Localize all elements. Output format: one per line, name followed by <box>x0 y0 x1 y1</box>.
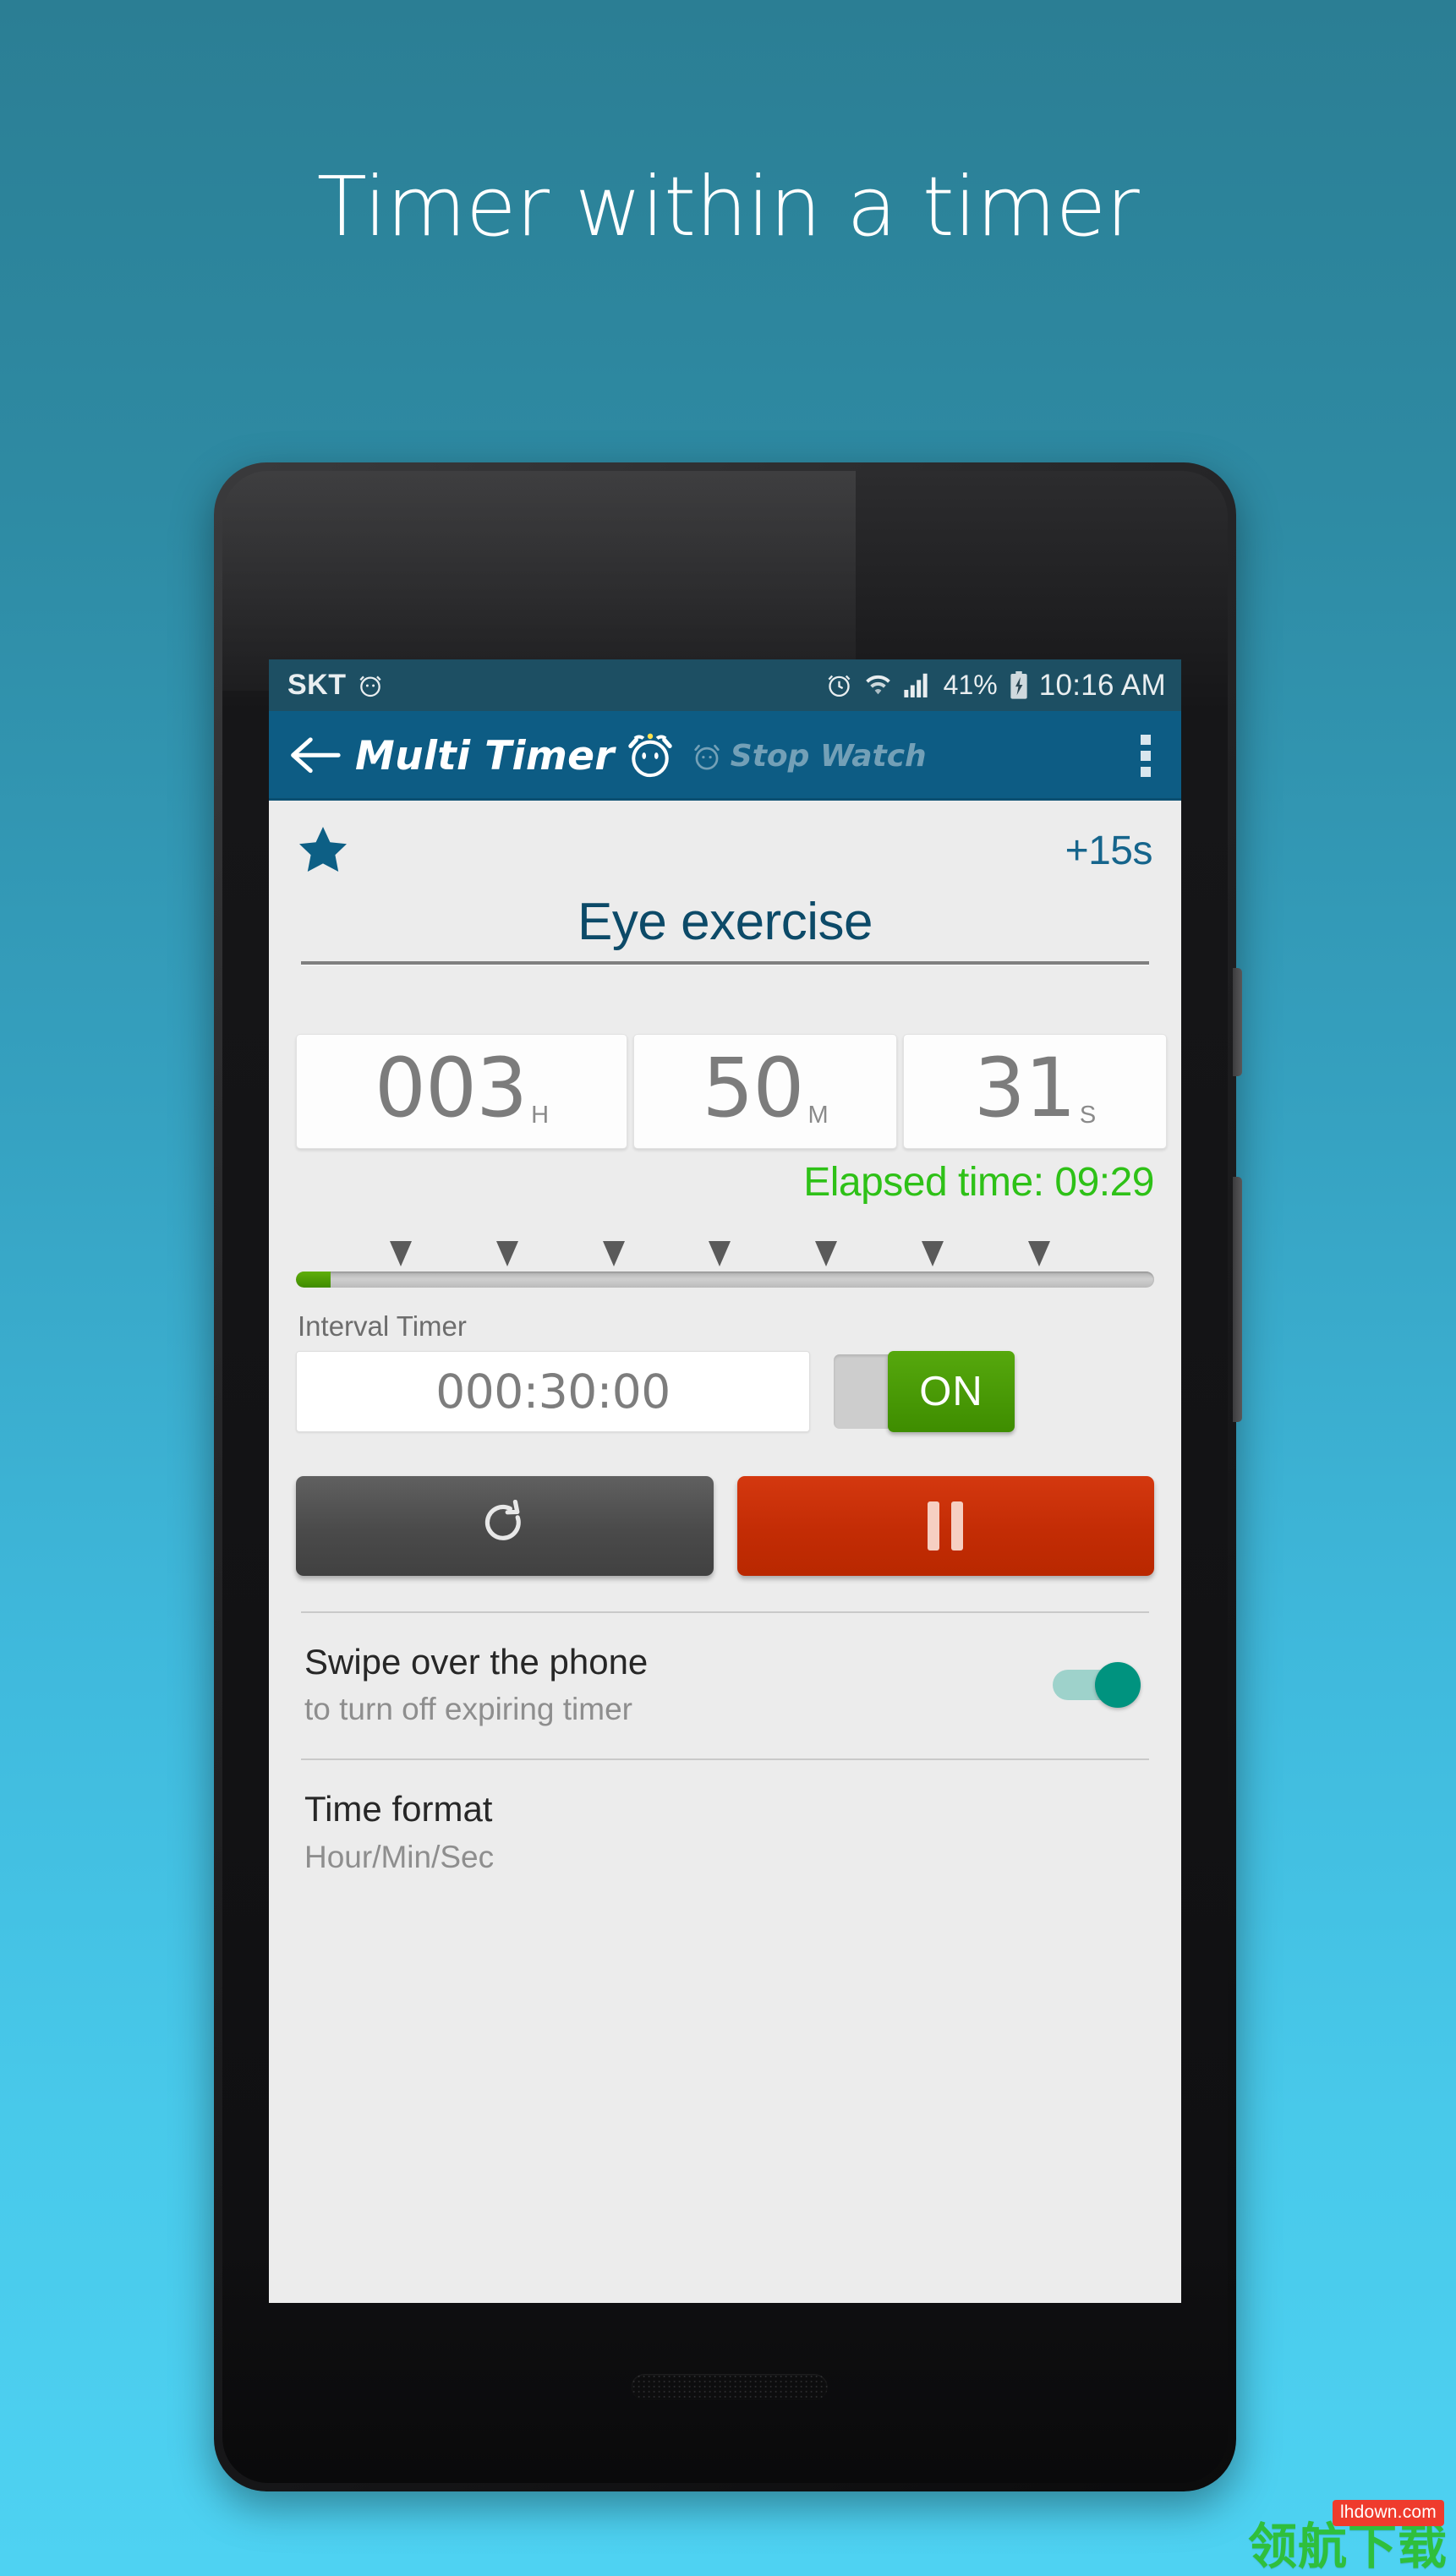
overflow-menu-icon[interactable] <box>1141 735 1151 777</box>
phone-bezel: SKT 41% 10:16 AM Multi Timer Stop Watch … <box>222 471 1228 2483</box>
setting-swipe-toggle-thumb <box>1095 1662 1141 1708</box>
progress-slider[interactable] <box>289 1206 1161 1288</box>
app-title: Multi Timer <box>355 732 615 779</box>
seconds-unit: S <box>1079 1101 1097 1129</box>
watermark-badge: lhdown.com <box>1332 2500 1444 2526</box>
phone-screen: SKT 41% 10:16 AM Multi Timer Stop Watch … <box>269 659 1181 2303</box>
setting-row-time-format[interactable]: Time format Hour/Min/Sec <box>289 1760 1161 1903</box>
overflow-dot <box>1141 767 1151 777</box>
setting-row-swipe[interactable]: Swipe over the phone to turn off expirin… <box>289 1613 1161 1756</box>
bottom-speaker-grille <box>631 2374 828 2400</box>
star-icon[interactable] <box>298 826 348 875</box>
power-button[interactable] <box>1233 968 1242 1076</box>
stopwatch-icon <box>691 740 723 772</box>
time-digit-group: 003 H 50 M 31 S <box>289 965 1167 1149</box>
status-bar-icons: 41% <box>825 670 1029 701</box>
hours-box[interactable]: 003 H <box>296 1034 627 1149</box>
tab-stop-watch-label: Stop Watch <box>730 738 927 774</box>
timer-detail-content: +15s Eye exercise 003 H 50 M 31 S Elapse… <box>269 801 1181 1903</box>
carrier-label: SKT <box>287 669 347 701</box>
alarm-clock-icon <box>825 671 853 699</box>
minutes-unit: M <box>807 1101 829 1129</box>
watermark-text: 领航下载 <box>1247 2518 1448 2575</box>
screen-glass-reflection <box>222 471 857 691</box>
alarm-clock-face-icon <box>625 730 676 781</box>
setting-swipe-title: Swipe over the phone <box>304 1641 649 1682</box>
interval-marker-triangle-icon <box>709 1240 731 1266</box>
interval-marker-triangle-icon <box>495 1240 518 1266</box>
pause-bar <box>951 1501 964 1551</box>
promo-headline: Timer within a timer <box>316 159 1140 254</box>
interval-marker-triangle-icon <box>815 1240 838 1266</box>
add-time-button[interactable]: +15s <box>1065 828 1153 874</box>
pause-button[interactable] <box>736 1475 1154 1576</box>
overflow-dot <box>1141 751 1151 761</box>
timer-name-field[interactable]: Eye exercise <box>289 882 1161 965</box>
setting-time-format-title: Time format <box>304 1789 493 1829</box>
minutes-box[interactable]: 50 M <box>633 1034 897 1149</box>
app-bar: Multi Timer Stop Watch <box>269 711 1181 801</box>
setting-swipe-text: Swipe over the phone to turn off expirin… <box>304 1640 1053 1731</box>
interval-timer-row: 000:30:00 ON <box>289 1343 1161 1432</box>
pause-bar <box>928 1501 940 1551</box>
battery-charging-icon <box>1009 671 1029 699</box>
overflow-dot <box>1141 735 1151 745</box>
setting-swipe-toggle[interactable] <box>1053 1662 1141 1708</box>
hours-unit: H <box>531 1101 550 1129</box>
seconds-value: 31 <box>973 1041 1076 1136</box>
pause-icon <box>928 1501 964 1551</box>
site-watermark: 领航下载 lhdown.com <box>1247 2500 1448 2575</box>
interval-marker-triangle-icon <box>922 1240 944 1266</box>
progress-track <box>296 1271 1154 1288</box>
setting-time-format-subtitle: Hour/Min/Sec <box>304 1839 495 1874</box>
reset-refresh-icon <box>481 1499 528 1552</box>
battery-percent-label: 41% <box>943 670 998 700</box>
hours-value: 003 <box>374 1041 528 1136</box>
status-bar: SKT 41% 10:16 AM <box>269 659 1181 711</box>
minutes-value: 50 <box>702 1041 804 1136</box>
interval-marker-triangle-icon <box>1027 1240 1050 1266</box>
timer-name-value: Eye exercise <box>577 893 873 951</box>
favorite-and-addtime-row: +15s <box>289 801 1161 882</box>
back-arrow-icon[interactable] <box>289 736 342 776</box>
interval-marker-triangle-icon <box>602 1240 625 1266</box>
seconds-box[interactable]: 31 S <box>903 1034 1167 1149</box>
interval-time-input[interactable]: 000:30:00 <box>296 1350 810 1432</box>
wifi-icon <box>864 671 892 699</box>
interval-markers <box>296 1240 1154 1268</box>
tab-stop-watch[interactable]: Stop Watch <box>691 739 927 774</box>
interval-toggle-thumb: ON <box>888 1350 1015 1432</box>
progress-fill <box>296 1271 331 1288</box>
status-bar-clock: 10:16 AM <box>1038 668 1166 702</box>
interval-timer-label: Interval Timer <box>298 1310 467 1342</box>
volume-rocker-button[interactable] <box>1233 1177 1242 1422</box>
elapsed-time-label: Elapsed time: 09:29 <box>803 1159 1154 1205</box>
interval-toggle[interactable]: ON <box>834 1350 1015 1432</box>
carrier-alarm-icon <box>357 672 384 699</box>
reset-button[interactable] <box>296 1475 714 1576</box>
timer-action-buttons <box>289 1432 1161 1576</box>
phone-device-mockup: SKT 41% 10:16 AM Multi Timer Stop Watch … <box>214 462 1242 2491</box>
cellular-signal-icon <box>903 672 931 698</box>
setting-swipe-subtitle: to turn off expiring timer <box>304 1692 632 1727</box>
interval-marker-triangle-icon <box>389 1240 412 1266</box>
setting-time-format-text: Time format Hour/Min/Sec <box>304 1787 1146 1878</box>
